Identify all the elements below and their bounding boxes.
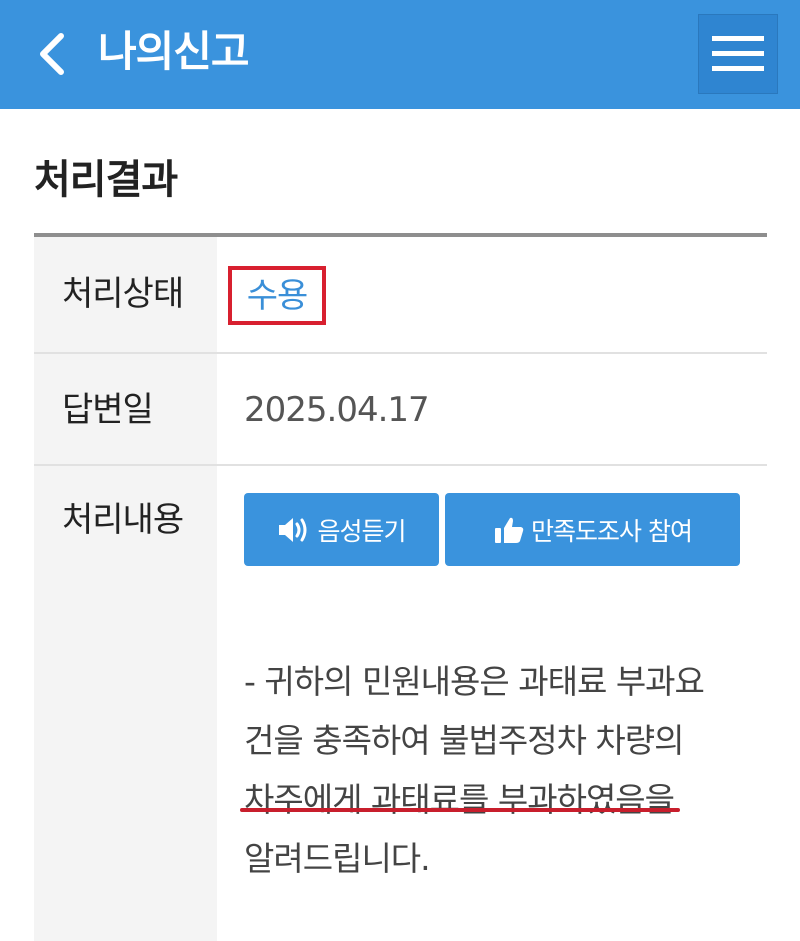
row-divider xyxy=(34,464,767,466)
answer-date-value: 2025.04.17 xyxy=(244,390,430,430)
content-line: - 귀하의 민원내용은 과태료 부과요 xyxy=(244,662,705,701)
result-content-text: - 귀하의 민원내용은 과태료 부과요 건을 충족하여 불법주정차 차량의 차주… xyxy=(244,652,764,888)
hamburger-menu-icon xyxy=(712,36,764,71)
section-title: 처리결과 xyxy=(34,157,178,203)
status-highlight-box: 수용 xyxy=(228,266,326,325)
menu-button[interactable] xyxy=(698,14,778,94)
page-title: 나의신고 xyxy=(98,27,250,76)
answer-date-label: 답변일 xyxy=(62,390,154,430)
thumbs-up-icon xyxy=(495,517,524,543)
app-header: 나의신고 xyxy=(0,0,800,109)
content-line: 알려드립니다. xyxy=(244,839,431,878)
satisfaction-survey-label: 만족도조사 참여 xyxy=(531,516,693,546)
status-value: 수용 xyxy=(246,275,309,316)
row-divider xyxy=(34,352,767,354)
speaker-icon xyxy=(279,517,307,542)
listen-voice-button[interactable]: 음성듣기 xyxy=(244,493,439,566)
content-line: 차주에게 과태료를 부과하였음을 xyxy=(244,780,675,819)
satisfaction-survey-button[interactable]: 만족도조사 참여 xyxy=(445,493,740,566)
label-column xyxy=(34,237,217,941)
chevron-left-icon xyxy=(40,33,64,75)
listen-voice-label: 음성듣기 xyxy=(317,516,406,546)
content-label: 처리내용 xyxy=(62,500,184,540)
status-label: 처리상태 xyxy=(62,274,184,314)
content-line: 건을 충족하여 불법주정차 차량의 xyxy=(244,721,685,760)
back-button[interactable] xyxy=(30,30,74,78)
highlight-underline xyxy=(240,808,680,812)
